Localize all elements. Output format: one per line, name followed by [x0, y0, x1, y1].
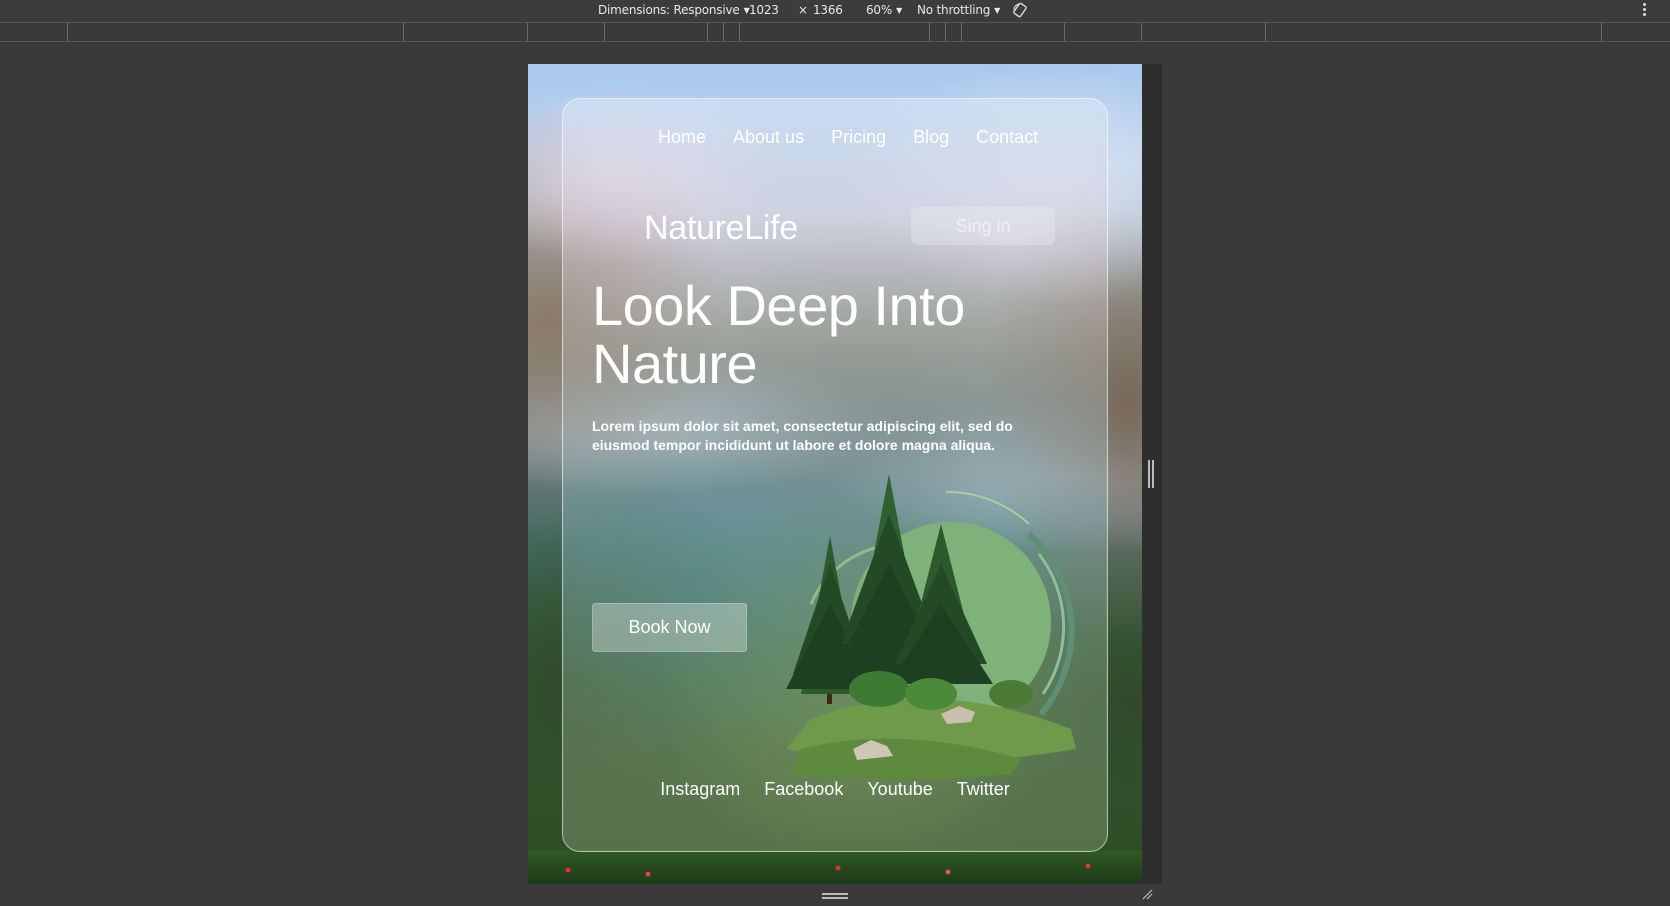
bottom-resize-handle[interactable]	[822, 893, 848, 899]
ruler-mark[interactable]	[929, 23, 930, 41]
hero-description: Lorem ipsum dolor sit amet, consectetur …	[592, 418, 1013, 453]
throttling-select[interactable]: No throttling ▼	[917, 3, 1000, 17]
times-separator: ×	[798, 3, 808, 17]
ruler-mark[interactable]	[707, 23, 708, 41]
throttling-label: No throttling	[917, 3, 991, 17]
social-facebook[interactable]: Facebook	[764, 779, 843, 800]
page-viewport: Home About us Pricing Blog Contact Natur…	[528, 64, 1142, 884]
ruler-mark[interactable]	[527, 23, 528, 41]
ruler-mark[interactable]	[1601, 23, 1602, 41]
zoom-label: 60%	[866, 3, 893, 17]
more-options-icon[interactable]	[1643, 3, 1647, 17]
sign-in-button[interactable]: Sing in	[911, 207, 1055, 245]
height-input[interactable]: 1366	[813, 3, 843, 17]
dimensions-select[interactable]: Dimensions: Responsive ▼	[598, 3, 750, 17]
corner-resize-icon[interactable]	[1141, 888, 1153, 900]
social-links: Instagram Facebook Youtube Twitter	[563, 779, 1107, 800]
headline-line-2: Nature	[592, 332, 758, 395]
dimensions-label: Dimensions: Responsive	[598, 3, 740, 17]
media-query-ruler	[0, 22, 1670, 42]
ruler-mark[interactable]	[961, 23, 962, 41]
nav-about-us[interactable]: About us	[733, 127, 804, 148]
ruler-mark[interactable]	[739, 23, 740, 41]
right-resize-handle[interactable]	[1148, 460, 1154, 488]
book-now-button[interactable]: Book Now	[592, 603, 747, 652]
glass-card: Home About us Pricing Blog Contact Natur…	[562, 98, 1108, 852]
chevron-down-icon: ▼	[994, 6, 1001, 15]
ruler-mark[interactable]	[604, 23, 605, 41]
ruler-mark[interactable]	[403, 23, 404, 41]
ruler-mark[interactable]	[945, 23, 946, 41]
ruler-mark[interactable]	[723, 23, 724, 41]
social-twitter[interactable]: Twitter	[957, 779, 1010, 800]
chevron-down-icon: ▼	[896, 6, 903, 15]
nav-contact[interactable]: Contact	[976, 127, 1038, 148]
ruler-mark[interactable]	[1265, 23, 1266, 41]
rotate-icon[interactable]	[1012, 2, 1028, 18]
ruler-mark[interactable]	[1141, 23, 1142, 41]
nav-blog[interactable]: Blog	[913, 127, 949, 148]
ruler-mark[interactable]	[1064, 23, 1065, 41]
hero-headline: Look Deep Into Nature	[592, 277, 1072, 393]
background-foliage	[528, 850, 1142, 884]
width-input[interactable]: 1023	[749, 3, 779, 17]
ruler-mark[interactable]	[67, 23, 68, 41]
brand-logo[interactable]: NatureLife	[644, 209, 798, 248]
main-nav: Home About us Pricing Blog Contact	[563, 127, 1107, 148]
device-toolbar: Dimensions: Responsive ▼ 1023 × 1366 60% ▼…	[0, 0, 1670, 22]
social-instagram[interactable]: Instagram	[660, 779, 740, 800]
nav-pricing[interactable]: Pricing	[831, 127, 886, 148]
zoom-select[interactable]: 60% ▼	[866, 3, 902, 17]
headline-line-1: Look Deep Into	[592, 274, 965, 337]
forest-illustration	[786, 474, 1076, 779]
nav-home[interactable]: Home	[658, 127, 706, 148]
social-youtube[interactable]: Youtube	[867, 779, 932, 800]
